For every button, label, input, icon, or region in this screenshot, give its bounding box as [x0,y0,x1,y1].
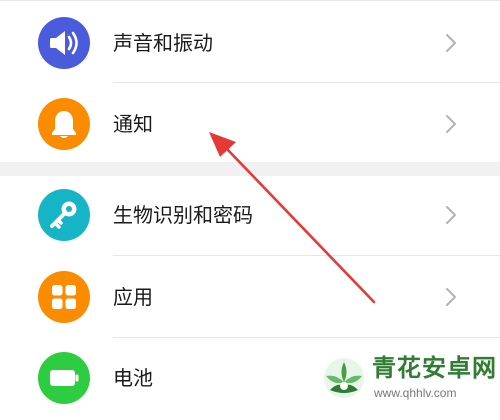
chevron-right-icon [444,286,458,308]
chevron-right-icon [444,32,458,54]
chevron-right-icon [444,113,458,135]
watermark: 青花安卓网 www.qhhlv.com [318,346,500,408]
settings-item-label: 通知 [113,112,153,136]
settings-item-label: 声音和振动 [113,31,213,55]
bell-icon [38,98,90,150]
settings-group-top: 声音和振动 通知 [0,0,500,162]
watermark-logo-icon [318,350,370,402]
settings-item-sound-vibration[interactable]: 声音和振动 [0,2,500,84]
watermark-url: www.qhhlv.com [374,386,457,400]
settings-item-notifications[interactable]: 通知 [0,83,500,165]
settings-item-biometrics-password[interactable]: 生物识别和密码 [0,176,500,258]
battery-icon [38,352,90,404]
volume-icon [38,17,90,69]
settings-item-apps[interactable]: 应用 [0,256,500,338]
chevron-right-icon [444,204,458,226]
key-icon [38,189,90,241]
settings-item-label: 生物识别和密码 [113,203,253,227]
apps-grid-icon [38,271,90,323]
top-divider [0,0,500,1]
watermark-title: 青花安卓网 [372,354,497,382]
settings-item-label: 应用 [113,285,153,309]
section-gap [0,162,500,176]
settings-item-label: 电池 [113,366,153,390]
